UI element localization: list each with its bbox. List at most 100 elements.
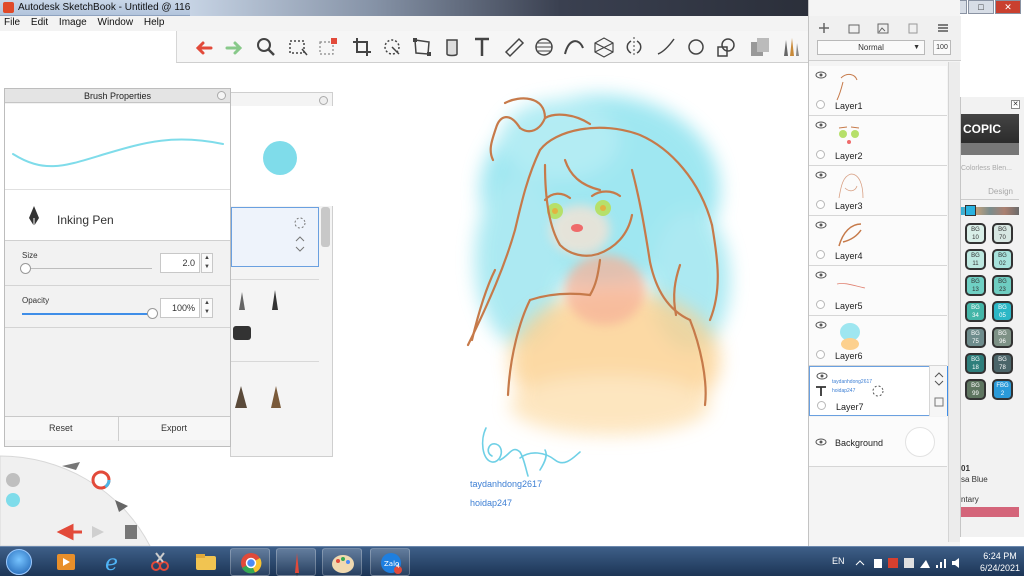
layer-menu-icon[interactable] [936,21,950,35]
distort-icon[interactable] [409,34,435,60]
shape-icon[interactable] [713,34,739,60]
start-button[interactable] [6,549,32,575]
eye-icon[interactable] [815,438,827,446]
eye-icon[interactable] [815,171,827,179]
copic-swatch[interactable]: BG 75 [965,327,986,348]
layer-row[interactable]: Layer4 [809,216,947,266]
lagoon-menu[interactable] [0,448,160,547]
add-layer-icon[interactable] [817,21,831,35]
circle-icon[interactable] [683,34,709,60]
sketchbook-icon[interactable] [276,548,316,576]
eye-icon[interactable] [816,372,828,380]
layer-lock-radio[interactable] [816,200,825,209]
copic-library-icon[interactable] [747,34,773,60]
redo-icon[interactable] [221,34,247,60]
background-color-swatch[interactable] [905,427,935,457]
close-icon[interactable] [217,91,226,100]
symmetry-icon[interactable] [621,34,647,60]
internet-explorer-icon[interactable]: e [94,548,134,576]
tab-design[interactable]: Design [961,187,1019,200]
language-indicator[interactable]: EN [832,556,845,566]
eye-icon[interactable] [815,71,827,79]
menu-window[interactable]: Window [94,16,138,28]
lasso-select-icon[interactable] [315,34,341,60]
size-stepper[interactable]: ▲ ▼ [201,253,213,273]
size-slider-track[interactable] [22,268,152,269]
layer-lock-radio[interactable] [816,350,825,359]
close-button[interactable]: ✕ [995,0,1021,14]
brush-row[interactable] [231,279,319,359]
ellipse-guide-icon[interactable] [531,34,557,60]
copic-swatch[interactable]: BG 99 [965,379,986,400]
rect-select-icon[interactable] [285,34,311,60]
copic-swatch[interactable]: BG 78 [992,353,1013,374]
opacity-stepper[interactable]: ▲ ▼ [201,298,213,318]
layer-row[interactable]: Layer6 [809,316,947,366]
layer-row[interactable]: Layer2 [809,116,947,166]
export-button[interactable]: Export [161,423,187,433]
fill-icon[interactable] [439,34,465,60]
size-value-field[interactable]: 2.0 [160,253,200,273]
perspective-icon[interactable] [591,34,617,60]
copic-swatch[interactable]: BG 11 [965,249,986,270]
opacity-slider-knob[interactable] [147,308,158,319]
close-icon[interactable] [319,96,328,105]
maximize-button[interactable]: □ [968,0,994,14]
transform-icon[interactable] [379,34,405,60]
clock[interactable]: 6:24 PM 6/24/2021 [976,550,1024,574]
copic-swatch[interactable]: BG 05 [992,301,1013,322]
copic-swatch[interactable]: BG 02 [992,249,1013,270]
file-explorer-icon[interactable] [186,548,226,576]
blend-mode-select[interactable]: Normal ▼ [817,40,925,55]
background-layer-row[interactable]: Background [809,417,947,467]
layer-lock-radio[interactable] [816,300,825,309]
copic-swatch[interactable]: BG 10 [965,223,986,244]
transform-icon[interactable] [872,385,884,397]
eye-icon[interactable] [815,221,827,229]
french-curve-icon[interactable] [561,34,587,60]
layer-lock-radio[interactable] [816,250,825,259]
layer-lock-radio[interactable] [816,100,825,109]
copic-swatch[interactable]: BG 23 [992,275,1013,296]
chrome-icon[interactable] [230,548,270,576]
add-image-icon[interactable] [876,21,890,35]
eye-icon[interactable] [815,321,827,329]
copic-swatch[interactable]: BG 18 [965,353,986,374]
undo-icon[interactable] [191,34,217,60]
opacity-value-field[interactable]: 100% [160,298,200,318]
menu-image[interactable]: Image [55,16,91,28]
layer-row-selected[interactable]: taydanhdong2617 hoidap247 Layer7 [809,366,949,416]
layer-row[interactable]: Layer1 [809,66,947,116]
eye-icon[interactable] [815,271,827,279]
colorless-blender[interactable]: Colorless Blen... [961,165,1012,172]
layer-lock-radio[interactable] [817,401,826,410]
opacity-slider-track[interactable] [22,313,152,315]
size-slider-knob[interactable] [19,263,31,274]
line-icon[interactable] [653,34,679,60]
reset-button[interactable]: Reset [49,423,73,433]
copic-swatch[interactable]: FBG 2 [992,379,1013,400]
text-icon[interactable] [469,34,495,60]
zoom-icon[interactable] [253,34,279,60]
crop-icon[interactable] [349,34,375,60]
layers-scrollbar[interactable] [948,62,960,542]
eye-icon[interactable] [815,121,827,129]
copic-swatch[interactable]: BG 34 [965,301,986,322]
copic-swatch[interactable]: BG 96 [992,327,1013,348]
paint-icon[interactable] [322,548,362,576]
copic-swatch[interactable]: BG 13 [965,275,986,296]
zalo-icon[interactable]: Zalo 4 [370,548,410,576]
brush-library-icon[interactable] [777,34,803,60]
selected-color-marker[interactable] [965,205,976,216]
delete-layer-icon[interactable] [906,21,920,35]
menu-edit[interactable]: Edit [27,16,52,28]
layer-row[interactable]: Layer3 [809,166,947,216]
add-group-icon[interactable] [847,21,861,35]
menu-file[interactable]: File [0,16,24,28]
layer-lock-radio[interactable] [816,150,825,159]
menu-help[interactable]: Help [140,16,169,28]
copic-swatch[interactable]: BG 70 [992,223,1013,244]
snipping-tool-icon[interactable] [140,548,180,576]
ruler-icon[interactable] [501,34,527,60]
brush-library-scrollbar[interactable] [321,207,330,247]
